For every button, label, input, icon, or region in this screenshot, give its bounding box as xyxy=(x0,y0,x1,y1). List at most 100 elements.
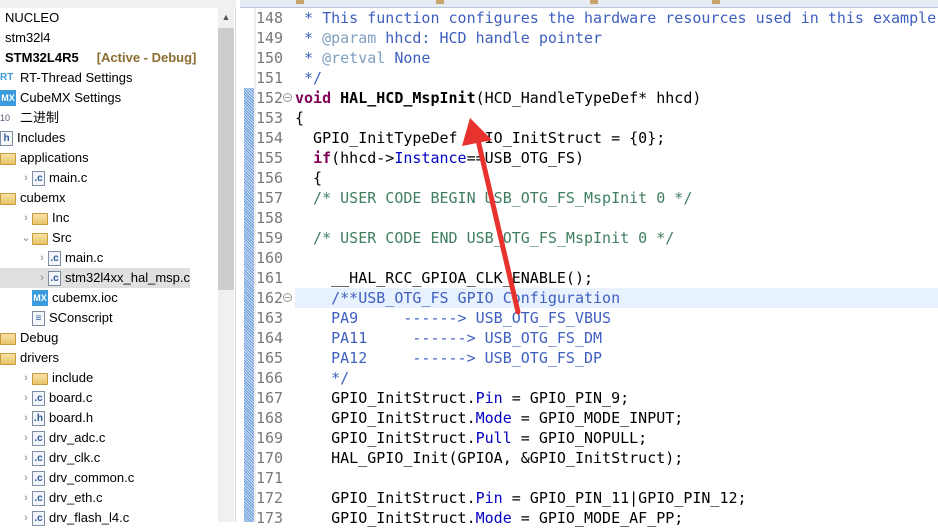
c-file-icon: .c xyxy=(32,450,45,466)
chevron-right-icon[interactable]: › xyxy=(20,468,32,488)
code-line: 156 { xyxy=(240,168,938,188)
code-line: 153 { xyxy=(240,108,938,128)
tab-icon[interactable] xyxy=(590,0,598,4)
chevron-right-icon[interactable]: › xyxy=(20,208,32,228)
code-text: * @param hhcd: HCD handle pointer xyxy=(295,28,938,48)
line-number: 165 xyxy=(256,349,284,367)
code-token: */ xyxy=(295,69,323,87)
code-token: @param xyxy=(322,29,377,47)
c-file-icon: .c xyxy=(32,490,45,506)
tree-item[interactable]: MX cubemx.ioc xyxy=(0,288,118,308)
code-text: /* USER CODE END USB_OTG_FS_MspInit 0 */ xyxy=(295,228,938,248)
tree-item[interactable]: cubemx xyxy=(0,188,66,208)
tree-item[interactable]: › .c drv_flash_l4.c xyxy=(0,508,129,528)
code-token: (HCD_HandleTypeDef* hhcd) xyxy=(475,89,702,107)
code-text: */ xyxy=(295,368,938,388)
folder-icon xyxy=(0,153,16,165)
tree-item[interactable]: MX CubeMX Settings xyxy=(0,88,121,108)
c-file-icon: .c xyxy=(48,270,61,286)
chevron-right-icon[interactable]: › xyxy=(20,388,32,408)
tree-item[interactable]: Debug xyxy=(0,328,58,348)
code-token: @retval xyxy=(322,49,386,67)
fold-toggle-icon[interactable]: − xyxy=(283,293,292,302)
scroll-up-icon[interactable]: ▲ xyxy=(218,8,234,26)
line-number: 168 xyxy=(256,409,284,427)
tree-item[interactable]: applications xyxy=(0,148,89,168)
sidebar-scrollbar-thumb[interactable] xyxy=(218,28,234,290)
tree-item[interactable]: ⌄ Src xyxy=(0,228,72,248)
chevron-right-icon[interactable]: › xyxy=(36,248,48,268)
tree-item[interactable]: h Includes xyxy=(0,128,65,148)
code-token: = GPIO_MODE_AF_PP; xyxy=(511,509,684,527)
tab-icon[interactable] xyxy=(712,0,720,4)
code-text: __HAL_RCC_GPIOA_CLK_ENABLE(); xyxy=(295,268,938,288)
tree-item[interactable]: › .c drv_adc.c xyxy=(0,428,105,448)
code-token: HAL_GPIO_Init(GPIOA, &GPIO_InitStruct); xyxy=(295,449,684,467)
tree-item-label: STM32L4R5 xyxy=(5,50,79,65)
code-text: if(hhcd->Instance==USB_OTG_FS) xyxy=(295,148,938,168)
c-file-icon: .c xyxy=(32,470,45,486)
code-line: 163 PA9 ------> USB_OTG_FS_VBUS xyxy=(240,308,938,328)
tree-item-label: Src xyxy=(52,230,72,245)
code-editor[interactable]: 148 * This function configures the hardw… xyxy=(240,8,938,527)
tree-item-label: SConscript xyxy=(49,310,113,325)
chevron-right-icon[interactable]: › xyxy=(20,508,32,528)
tree-item[interactable]: 10 二进制 xyxy=(0,108,59,128)
tree-item[interactable]: › .c drv_eth.c xyxy=(0,488,102,508)
line-number: 161 xyxy=(256,269,284,287)
code-text: HAL_GPIO_Init(GPIOA, &GPIO_InitStruct); xyxy=(295,448,938,468)
line-number: 153 xyxy=(256,109,284,127)
tree-item[interactable]: › .c main.c xyxy=(0,168,87,188)
chevron-down-icon[interactable]: ⌄ xyxy=(20,228,32,248)
tree-item[interactable]: RT RT-Thread Settings xyxy=(0,68,132,88)
tree-item-label: drivers xyxy=(20,350,60,365)
rt-thread-icon: RT xyxy=(0,72,14,83)
tree-item[interactable]: › include xyxy=(0,368,93,388)
code-token: Pin xyxy=(475,389,503,407)
chevron-right-icon[interactable]: › xyxy=(20,368,32,388)
chevron-right-icon[interactable]: › xyxy=(20,448,32,468)
tree-item-label: cubemx xyxy=(20,190,66,205)
tree-item[interactable]: › .c main.c xyxy=(0,248,103,268)
folder-icon xyxy=(32,373,48,385)
c-file-icon: .c xyxy=(32,170,45,186)
tab-icon[interactable] xyxy=(296,0,304,4)
fold-toggle-icon[interactable]: − xyxy=(283,93,292,102)
c-file-icon: .c xyxy=(32,390,45,406)
code-token: = GPIO_PIN_9; xyxy=(502,389,630,407)
chevron-right-icon[interactable]: › xyxy=(20,428,32,448)
code-text: GPIO_InitStruct.Mode = GPIO_MODE_AF_PP; xyxy=(295,508,938,528)
code-token: hhcd: HCD handle pointer xyxy=(376,29,603,47)
code-text: /* USER CODE BEGIN USB_OTG_FS_MspInit 0 … xyxy=(295,188,938,208)
chevron-right-icon[interactable]: › xyxy=(20,168,32,188)
chevron-right-icon[interactable]: › xyxy=(20,408,32,428)
chevron-right-icon[interactable]: › xyxy=(20,488,32,508)
code-token: __HAL_RCC_GPIOA_CLK_ENABLE(); xyxy=(295,269,594,287)
tree-item[interactable]: › .c stm32l4xx_hal_msp.c xyxy=(0,268,190,288)
code-token: Mode xyxy=(475,409,512,427)
chevron-right-icon[interactable]: › xyxy=(36,268,48,288)
code-token: ==USB_OTG_FS) xyxy=(466,149,584,167)
tree-item[interactable]: stm32l4 xyxy=(0,28,51,48)
tab-icon[interactable] xyxy=(436,0,444,4)
tree-item[interactable]: › .h board.h xyxy=(0,408,93,428)
tree-item[interactable]: STM32L4R5 [Active - Debug] xyxy=(0,48,196,68)
tree-item-label: Includes xyxy=(17,130,66,145)
tree-item[interactable]: › .c board.c xyxy=(0,388,92,408)
line-number: 160 xyxy=(256,249,284,267)
tree-item[interactable]: drivers xyxy=(0,348,59,368)
tree-item[interactable]: › .c drv_clk.c xyxy=(0,448,100,468)
line-number: 167 xyxy=(256,389,284,407)
code-text: /**USB_OTG_FS GPIO Configuration xyxy=(295,288,938,308)
code-line: 169 GPIO_InitStruct.Pull = GPIO_NOPULL; xyxy=(240,428,938,448)
line-number: 171 xyxy=(256,469,284,487)
cubemx-icon: MX xyxy=(0,90,16,106)
tree-item-label: cubemx.ioc xyxy=(52,290,118,305)
tree-item-label: CubeMX Settings xyxy=(20,90,122,105)
tree-item[interactable]: › .c drv_common.c xyxy=(0,468,134,488)
tree-item[interactable]: ≡ SConscript xyxy=(0,308,113,328)
tree-item[interactable]: › Inc xyxy=(0,208,69,228)
tree-item[interactable]: NUCLEO xyxy=(0,8,59,28)
